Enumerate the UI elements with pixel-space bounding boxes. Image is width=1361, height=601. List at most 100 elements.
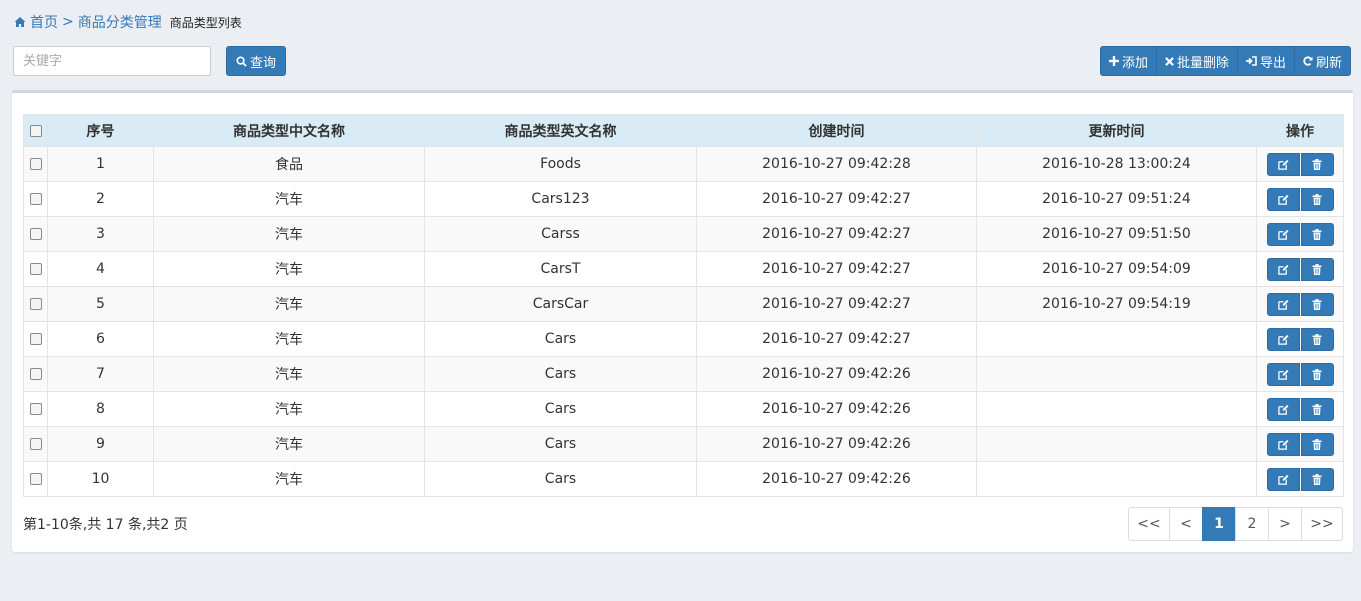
row-cn-name: 汽车: [153, 391, 425, 427]
breadcrumb-category-link[interactable]: 商品分类管理: [78, 12, 162, 32]
trash-icon: [1312, 263, 1322, 275]
delete-button[interactable]: [1300, 222, 1334, 246]
row-en-name: Cars: [424, 321, 697, 357]
table-body: 1 食品 Foods 2016-10-27 09:42:28 2016-10-28 13…: [23, 146, 1344, 497]
row-index: 6: [47, 321, 154, 357]
table-row: 1 食品 Foods 2016-10-27 09:42:28 2016-10-28 13…: [23, 146, 1344, 182]
row-actions: [1256, 426, 1344, 462]
trash-icon: [1312, 333, 1322, 345]
table-row: 2 汽车 Cars123 2016-10-27 09:42:27 2016-10-27 …: [23, 181, 1344, 217]
table-row: 9 汽车 Cars 2016-10-27 09:42:26: [23, 426, 1344, 462]
delete-button[interactable]: [1300, 362, 1334, 386]
batch-delete-button[interactable]: 批量删除: [1155, 46, 1238, 76]
batch-delete-button-label: 批量删除: [1176, 55, 1229, 71]
export-button-label: 导出: [1259, 55, 1286, 71]
row-en-name: Cars: [424, 426, 697, 462]
delete-button[interactable]: [1300, 187, 1334, 211]
column-header-en-name: 商品类型英文名称: [424, 114, 697, 147]
row-select-cell: [23, 146, 48, 182]
trash-icon: [1312, 473, 1322, 485]
row-checkbox[interactable]: [29, 368, 42, 380]
select-all-checkbox[interactable]: [29, 124, 42, 137]
row-index: 7: [47, 356, 154, 392]
row-actions: [1256, 461, 1344, 497]
row-updated: [976, 426, 1257, 462]
delete-button[interactable]: [1300, 327, 1334, 351]
row-checkbox[interactable]: [29, 158, 42, 170]
row-cn-name: 汽车: [153, 426, 425, 462]
search-input[interactable]: [13, 46, 211, 76]
column-header-cn-name: 商品类型中文名称: [153, 114, 425, 147]
pagination-summary: 第1-10条,共 17 条,共2 页: [23, 517, 188, 533]
row-actions: [1256, 286, 1344, 322]
delete-button[interactable]: [1300, 432, 1334, 456]
row-en-name: Cars: [424, 461, 697, 497]
row-created: 2016-10-27 09:42:26: [696, 461, 977, 497]
row-checkbox[interactable]: [29, 333, 42, 345]
page-prev-button[interactable]: <: [1169, 507, 1203, 541]
row-created: 2016-10-27 09:42:27: [696, 286, 977, 322]
page-next-button[interactable]: >: [1268, 507, 1302, 541]
product-type-table: 序号 商品类型中文名称 商品类型英文名称 创建时间 更新时间 操作 1 食品 Foo…: [23, 114, 1344, 497]
table-header-row: 序号 商品类型中文名称 商品类型英文名称 创建时间 更新时间 操作: [23, 114, 1344, 147]
row-cn-name: 汽车: [153, 251, 425, 287]
table-row: 7 汽车 Cars 2016-10-27 09:42:26: [23, 356, 1344, 392]
row-checkbox[interactable]: [29, 438, 42, 450]
delete-button[interactable]: [1300, 152, 1334, 176]
edit-button[interactable]: [1266, 397, 1300, 421]
delete-button[interactable]: [1300, 467, 1334, 491]
row-checkbox[interactable]: [29, 403, 42, 415]
column-header-updated: 更新时间: [976, 114, 1257, 147]
row-select-cell: [23, 426, 48, 462]
delete-button[interactable]: [1300, 257, 1334, 281]
page-number-button[interactable]: 1: [1202, 507, 1236, 541]
breadcrumb-home-link[interactable]: 首页: [30, 12, 58, 32]
edit-button[interactable]: [1266, 187, 1300, 211]
row-en-name: Foods: [424, 146, 697, 182]
column-header-index: 序号: [47, 114, 154, 147]
edit-button[interactable]: [1266, 292, 1300, 316]
row-created: 2016-10-27 09:42:27: [696, 251, 977, 287]
edit-button[interactable]: [1266, 362, 1300, 386]
row-checkbox[interactable]: [29, 473, 42, 485]
toolbar: 添加 批量删除 导出 刷新: [1099, 46, 1351, 76]
row-actions: [1256, 146, 1344, 182]
row-checkbox[interactable]: [29, 263, 42, 275]
delete-button[interactable]: [1300, 292, 1334, 316]
row-checkbox[interactable]: [29, 193, 42, 205]
page-number-button[interactable]: 2: [1235, 507, 1269, 541]
row-cn-name: 汽车: [153, 356, 425, 392]
pagination: << <1 2 > >>: [1128, 507, 1343, 541]
breadcrumb: 首页 > 商品分类管理 商品类型列表: [14, 12, 242, 32]
edit-button[interactable]: [1266, 327, 1300, 351]
row-actions: [1256, 321, 1344, 357]
edit-button[interactable]: [1266, 257, 1300, 281]
row-index: 8: [47, 391, 154, 427]
table-row: 4 汽车 CarsT 2016-10-27 09:42:27 2016-10-27 09…: [23, 251, 1344, 287]
edit-icon: [1277, 229, 1289, 240]
search-button[interactable]: 查询: [226, 46, 286, 76]
page-first-button[interactable]: <<: [1128, 507, 1170, 541]
export-button[interactable]: 导出: [1236, 46, 1295, 76]
row-select-cell: [23, 251, 48, 287]
row-created: 2016-10-27 09:42:26: [696, 426, 977, 462]
row-checkbox[interactable]: [29, 298, 42, 310]
row-updated: 2016-10-27 09:54:09: [976, 251, 1257, 287]
add-button[interactable]: 添加: [1099, 46, 1157, 76]
edit-button[interactable]: [1266, 432, 1300, 456]
column-header-created: 创建时间: [696, 114, 977, 147]
row-select-cell: [23, 286, 48, 322]
select-all-cell: [23, 114, 48, 147]
edit-button[interactable]: [1266, 467, 1300, 491]
row-updated: 2016-10-27 09:51:50: [976, 216, 1257, 252]
refresh-button[interactable]: 刷新: [1293, 46, 1351, 76]
row-checkbox[interactable]: [29, 228, 42, 240]
page-last-button[interactable]: >>: [1301, 507, 1343, 541]
edit-button[interactable]: [1266, 222, 1300, 246]
edit-icon: [1277, 159, 1289, 170]
search-button-label: 查询: [249, 55, 276, 71]
table-row: 5 汽车 CarsCar 2016-10-27 09:42:27 2016-10-27 …: [23, 286, 1344, 322]
delete-button[interactable]: [1300, 397, 1334, 421]
row-index: 1: [47, 146, 154, 182]
edit-button[interactable]: [1266, 152, 1300, 176]
